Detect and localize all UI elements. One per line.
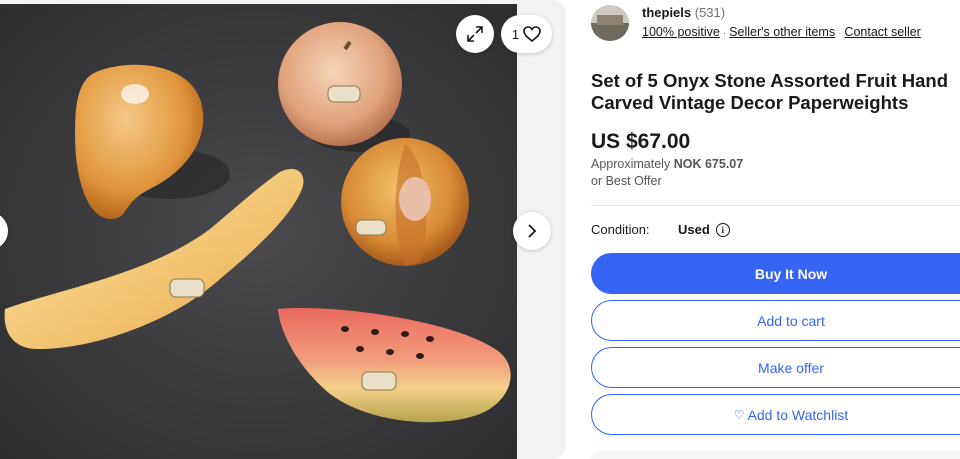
seller-other-items-link[interactable]: Seller's other items xyxy=(729,25,835,39)
buy-it-now-label: Buy It Now xyxy=(754,265,828,282)
approx-value: NOK 675.07 xyxy=(673,157,744,171)
info-icon[interactable]: i xyxy=(715,222,730,237)
seller-positive-link[interactable]: 100% positive xyxy=(642,25,720,39)
seller-links: 100% positive · Seller's other items · Conta… xyxy=(642,25,921,39)
heart-small-icon: ♡ xyxy=(733,407,745,422)
listing-title: Set of 5 Onyx Stone Assorted Fruit Hand … xyxy=(591,70,949,113)
separator-dot: · xyxy=(838,28,842,39)
condition-value: Used xyxy=(678,222,710,237)
buy-it-now-button[interactable]: Buy It Now xyxy=(591,253,960,294)
watch-count-button[interactable]: 1 xyxy=(501,15,552,53)
condition-label: Condition: xyxy=(591,222,650,237)
make-offer-button[interactable]: Make offer xyxy=(591,347,960,388)
condition-value-row: Used i xyxy=(678,222,730,237)
add-to-cart-button[interactable]: Add to cart xyxy=(591,300,960,341)
contact-seller-link[interactable]: Contact seller xyxy=(844,25,920,39)
expand-icon xyxy=(467,26,483,42)
expand-image-button[interactable] xyxy=(456,15,494,53)
seller-name[interactable]: thepiels xyxy=(642,5,691,20)
image-gallery: 1 xyxy=(0,0,566,459)
chevron-right-icon xyxy=(528,224,537,238)
make-offer-label: Make offer xyxy=(758,359,824,376)
divider xyxy=(591,205,960,206)
approximate-price: Approximately NOK 675.07 xyxy=(591,157,743,171)
listing-panel: thepiels (531) 100% positive · Seller's ot… xyxy=(591,0,960,459)
next-image-button[interactable] xyxy=(513,212,551,250)
panel-bottom-edge xyxy=(591,451,960,459)
add-to-cart-label: Add to cart xyxy=(757,312,825,329)
seller-info: thepiels (531) 100% positive · Seller's ot… xyxy=(591,3,960,43)
heart-icon xyxy=(523,26,541,42)
watch-count: 1 xyxy=(511,26,520,42)
approx-prefix: Approximately xyxy=(591,157,671,171)
price: US $67.00 xyxy=(591,130,691,153)
add-to-watchlist-label: Add to Watchlist xyxy=(747,406,849,423)
seller-name-row: thepiels (531) xyxy=(642,5,725,20)
product-photo[interactable] xyxy=(0,4,517,459)
best-offer-text: or Best Offer xyxy=(591,174,662,188)
add-to-watchlist-button[interactable]: ♡ Add to Watchlist xyxy=(591,394,960,435)
seller-feedback-count[interactable]: (531) xyxy=(695,5,725,20)
avatar[interactable] xyxy=(591,5,629,41)
separator-dot: · xyxy=(722,28,727,39)
